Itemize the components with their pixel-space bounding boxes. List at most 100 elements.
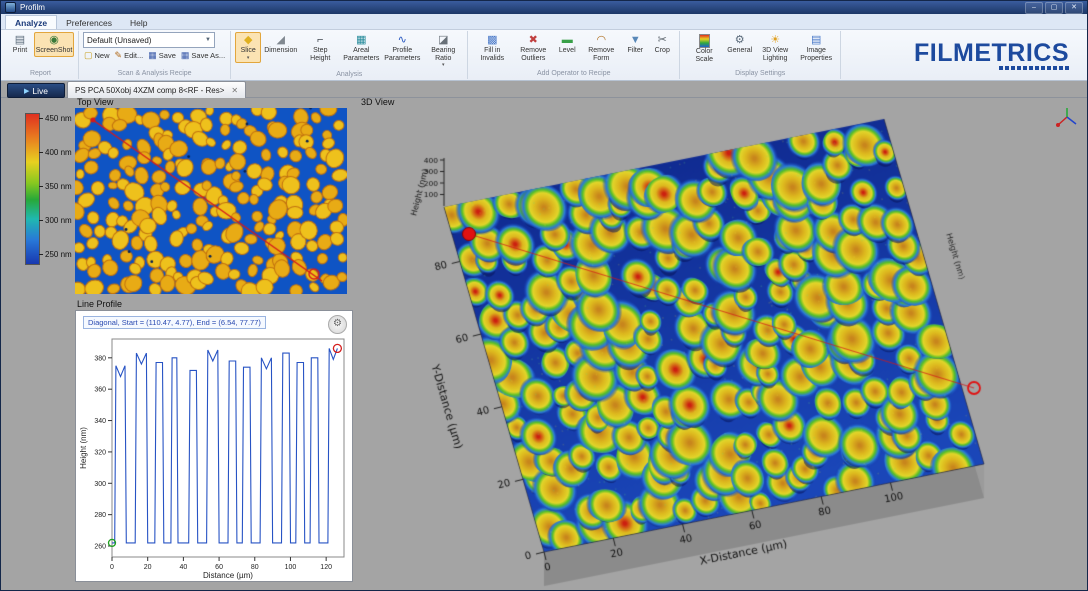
filter-button[interactable]: ▼Filter	[622, 32, 648, 57]
ribbon-group-recipe: Default (Unsaved)▼▢New✎Edit...▦Save▦Save…	[79, 31, 231, 79]
button-label: Save	[159, 51, 176, 60]
profile-parameters-button[interactable]: ∿Profile Parameters	[382, 32, 422, 64]
line-profile-chart[interactable]: 260280300320340360380020406080100120Heig…	[76, 311, 354, 581]
svg-text:100: 100	[285, 564, 297, 571]
button-label: Save As...	[191, 51, 225, 60]
ribbon-group-label: Scan & Analysis Recipe	[83, 69, 226, 78]
button-label: Crop	[655, 47, 670, 55]
button-label: New	[95, 51, 110, 60]
level-button[interactable]: ▬Level	[554, 32, 580, 57]
live-button-label: Live	[32, 86, 48, 96]
button-label: Color Scale	[686, 48, 722, 63]
profile-parameters-icon: ∿	[398, 34, 407, 47]
color-scale-label: 250 nm	[45, 250, 72, 259]
minimize-button[interactable]: –	[1025, 2, 1043, 14]
color-scale-button[interactable]: Color Scale	[684, 32, 724, 65]
areal-parameters-icon: ▦	[356, 34, 366, 47]
orientation-triad-icon	[1055, 105, 1079, 129]
top-view-title: Top View	[77, 97, 113, 107]
view-3d-title: 3D View	[361, 97, 394, 107]
close-button[interactable]: ✕	[1065, 2, 1083, 14]
button-label: Bearing Ratio	[425, 47, 461, 62]
maximize-button[interactable]: ▢	[1045, 2, 1063, 14]
save-as-button[interactable]: ▦Save As...	[180, 50, 226, 61]
view-3d-canvas[interactable]	[357, 107, 1087, 591]
button-label: Print	[13, 47, 27, 55]
color-scale-tick	[39, 220, 43, 221]
button-label: Remove Outliers	[515, 47, 551, 62]
new-button[interactable]: ▢New	[83, 50, 111, 61]
svg-text:Distance (µm): Distance (µm)	[203, 571, 253, 580]
chart-settings-gear-icon[interactable]: ⚙	[328, 315, 347, 334]
ribbon-groups: ▤Print◉ScreenShotReportDefault (Unsaved)…	[3, 31, 841, 79]
slice-icon: ◆	[244, 34, 252, 47]
bearing-ratio-icon: ◪	[438, 34, 448, 47]
remove-form-button[interactable]: ◠Remove Form	[581, 32, 621, 64]
color-scale-tick	[39, 118, 43, 119]
window-title: Profilm	[20, 1, 45, 14]
screenshot-button[interactable]: ◉ScreenShot	[34, 32, 74, 57]
remove-outliers-button[interactable]: ✖Remove Outliers	[513, 32, 553, 64]
dimension-button[interactable]: ◢Dimension	[262, 32, 299, 57]
step-height-button[interactable]: ⌐Step Height	[300, 32, 340, 64]
recipe-select[interactable]: Default (Unsaved)▼	[83, 32, 215, 48]
window-controls: – ▢ ✕	[1025, 2, 1083, 14]
svg-text:0: 0	[110, 564, 114, 571]
tab-help[interactable]: Help	[121, 16, 156, 29]
slice-button[interactable]: ◆Slice▾	[235, 32, 261, 63]
bearing-ratio-button[interactable]: ◪Bearing Ratio▾	[423, 32, 463, 70]
color-scale-tick	[39, 254, 43, 255]
document-tab[interactable]: PS PCA 50Xobj 4XZM comp 8<RF - Res> ✕	[67, 81, 246, 98]
fill-in-invalids-button[interactable]: ▩Fill in Invalids	[472, 32, 512, 64]
printer-icon: ▤	[15, 34, 25, 47]
step-height-icon: ⌐	[317, 34, 323, 47]
svg-text:40: 40	[179, 564, 187, 571]
general-icon: ⚙	[735, 34, 745, 47]
ribbon: ▤Print◉ScreenShotReportDefault (Unsaved)…	[1, 30, 1087, 81]
live-button[interactable]: ▶ Live	[7, 83, 65, 98]
image-properties-button[interactable]: ▤Image Properties	[796, 32, 836, 64]
print-button[interactable]: ▤Print	[7, 32, 33, 57]
tab-analyze[interactable]: Analyze	[5, 15, 57, 29]
ribbon-group-display: Color Scale⚙General☀3D View Lighting▤Ima…	[680, 31, 841, 79]
edit-button[interactable]: ✎Edit...	[114, 50, 145, 61]
crop-button[interactable]: ✂Crop	[649, 32, 675, 57]
svg-text:300: 300	[94, 481, 106, 488]
view-lighting-button[interactable]: ☀3D View Lighting	[755, 32, 795, 64]
remove-form-icon: ◠	[596, 34, 606, 47]
play-icon: ▶	[24, 87, 29, 95]
button-label: Profile Parameters	[384, 47, 420, 62]
save-button[interactable]: ▦Save	[147, 50, 177, 61]
logo-squares-decoration	[999, 66, 1069, 70]
general-button[interactable]: ⚙General	[725, 32, 754, 57]
tab-preferences[interactable]: Preferences	[57, 16, 121, 29]
ribbon-group-label: Report	[7, 69, 74, 78]
svg-text:120: 120	[320, 564, 332, 571]
button-label: Level	[559, 47, 576, 55]
svg-text:280: 280	[94, 512, 106, 519]
button-label: Step Height	[302, 47, 338, 62]
ribbon-group-label: Display Settings	[684, 69, 836, 78]
camera-icon: ◉	[49, 34, 59, 47]
ribbon-group-report: ▤Print◉ScreenShotReport	[3, 31, 79, 79]
areal-parameters-button[interactable]: ▦Areal Parameters	[341, 32, 381, 64]
button-label: 3D View Lighting	[757, 47, 793, 62]
color-scale-label: 350 nm	[45, 182, 72, 191]
svg-text:360: 360	[94, 387, 106, 394]
button-label: Areal Parameters	[343, 47, 379, 62]
top-view-canvas[interactable]	[75, 108, 347, 294]
line-profile-panel: Diagonal, Start = (110.47, 4.77), End = …	[75, 310, 353, 582]
line-profile-title: Line Profile	[77, 299, 122, 309]
save-as-icon: ▦	[181, 50, 190, 61]
svg-text:340: 340	[94, 418, 106, 425]
button-label: Filter	[627, 47, 643, 55]
button-label: Remove Form	[583, 47, 619, 62]
document-tab-label: PS PCA 50Xobj 4XZM comp 8<RF - Res>	[75, 86, 224, 95]
svg-text:20: 20	[144, 564, 152, 571]
button-label: Fill in Invalids	[474, 47, 510, 62]
button-label: Slice	[241, 47, 256, 55]
content-area: ▶ Live PS PCA 50Xobj 4XZM comp 8<RF - Re…	[1, 81, 1087, 590]
filter-icon: ▼	[630, 34, 641, 47]
tab-close-icon[interactable]: ✕	[231, 86, 238, 95]
fill-invalids-icon: ▩	[487, 34, 497, 47]
